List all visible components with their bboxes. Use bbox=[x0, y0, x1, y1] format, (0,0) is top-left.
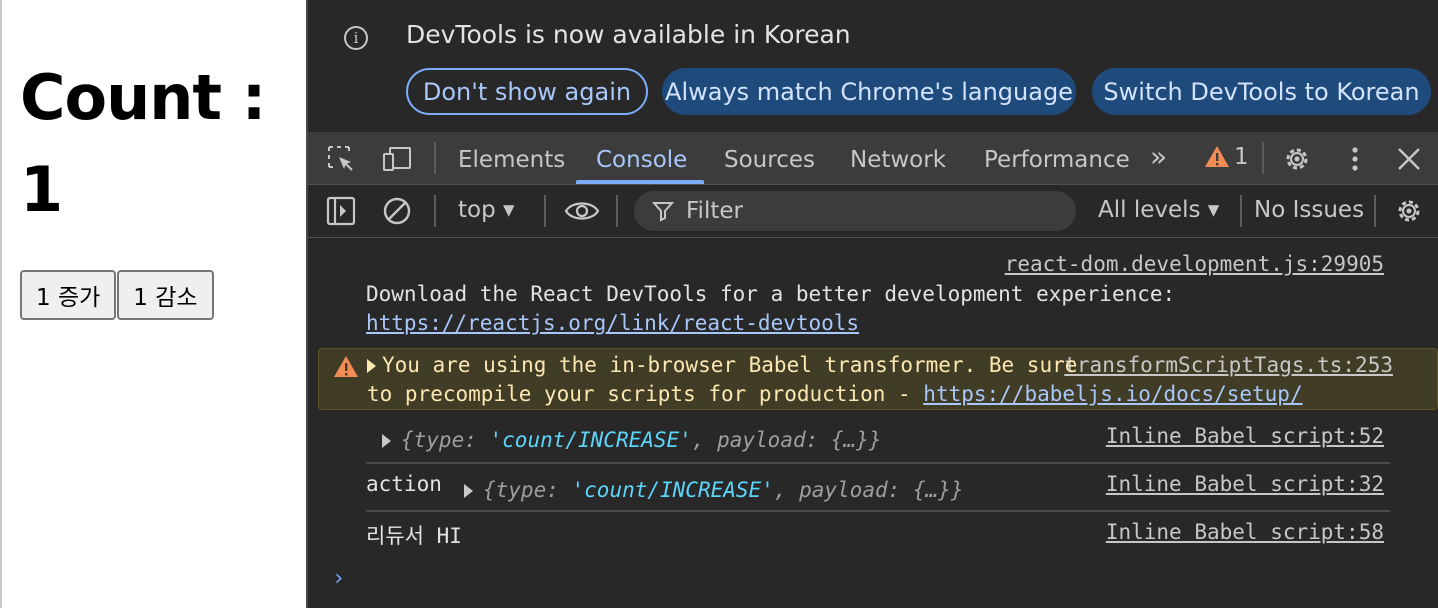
console-filter-input[interactable]: Filter bbox=[634, 191, 1076, 231]
console-toolbar: top ▾ Filter All levels ▾ No Issues bbox=[308, 185, 1438, 238]
babel-setup-link[interactable]: https://babeljs.io/docs/setup/ bbox=[923, 382, 1302, 406]
tab-performance[interactable]: Performance bbox=[984, 132, 1130, 184]
expand-caret-icon[interactable] bbox=[367, 359, 376, 373]
react-devtools-link[interactable]: https://reactjs.org/link/react-devtools bbox=[366, 311, 859, 335]
console-warning: transformScriptTags.ts:253 You are using… bbox=[318, 348, 1438, 410]
object-preview[interactable]: {type: 'count/INCREASE', payload: {…}} bbox=[382, 428, 881, 452]
infobar-message: DevTools is now available in Korean bbox=[406, 20, 851, 49]
tab-elements[interactable]: Elements bbox=[458, 132, 565, 184]
counter-buttons: 1 증가 1 감소 bbox=[20, 270, 214, 320]
log-levels-dropdown[interactable]: All levels ▾ bbox=[1098, 197, 1219, 223]
separator bbox=[434, 142, 436, 174]
console-settings-gear-icon[interactable] bbox=[1394, 196, 1424, 226]
tab-sources[interactable]: Sources bbox=[724, 132, 815, 184]
settings-gear-icon[interactable] bbox=[1282, 144, 1312, 174]
count-heading: Count : 1 bbox=[20, 61, 266, 226]
sidebar-toggle-icon[interactable] bbox=[326, 196, 356, 226]
issues-button[interactable]: No Issues bbox=[1254, 197, 1364, 223]
object-preview[interactable]: {type: 'count/INCREASE', payload: {…}} bbox=[464, 478, 963, 502]
source-link[interactable]: react-dom.development.js:29905 bbox=[1005, 252, 1384, 276]
active-tab-indicator bbox=[576, 180, 704, 184]
tab-network[interactable]: Network bbox=[850, 132, 946, 184]
source-link[interactable]: transformScriptTags.ts:253 bbox=[1064, 353, 1393, 377]
context-selector[interactable]: top ▾ bbox=[458, 197, 515, 223]
info-icon: i bbox=[344, 26, 368, 50]
dont-show-again-button[interactable]: Don't show again bbox=[406, 68, 648, 115]
console-prompt-icon[interactable]: › bbox=[332, 566, 345, 591]
warning-text: You are using the in-browser Babel trans… bbox=[367, 353, 1077, 377]
expand-caret-icon[interactable] bbox=[464, 484, 473, 498]
switch-to-korean-button[interactable]: Switch DevTools to Korean bbox=[1092, 68, 1431, 115]
source-link[interactable]: Inline Babel script:58 bbox=[1106, 520, 1384, 544]
source-link[interactable]: Inline Babel script:52 bbox=[1106, 424, 1384, 448]
warning-icon bbox=[334, 356, 358, 377]
separator bbox=[544, 195, 546, 227]
expand-caret-icon[interactable] bbox=[382, 434, 391, 448]
message-divider bbox=[366, 510, 1390, 512]
separator bbox=[1240, 195, 1242, 227]
filter-placeholder: Filter bbox=[686, 198, 743, 224]
separator bbox=[1262, 142, 1264, 174]
decrease-button[interactable]: 1 감소 bbox=[117, 270, 214, 320]
always-match-language-button[interactable]: Always match Chrome's language bbox=[662, 68, 1076, 115]
inspect-element-icon[interactable] bbox=[326, 144, 356, 174]
separator bbox=[1374, 195, 1376, 227]
separator bbox=[434, 195, 436, 227]
message-text: Download the React DevTools for a better… bbox=[366, 282, 1176, 306]
live-expression-eye-icon[interactable] bbox=[564, 196, 600, 226]
console-output: react-dom.development.js:29905 Download … bbox=[308, 238, 1438, 608]
tab-console[interactable]: Console bbox=[596, 132, 687, 184]
filter-icon bbox=[652, 202, 674, 222]
warnings-count: 1 bbox=[1234, 144, 1249, 170]
more-options-icon[interactable] bbox=[1340, 144, 1370, 174]
message-label: action bbox=[366, 472, 442, 496]
increase-button[interactable]: 1 증가 bbox=[20, 270, 117, 320]
warning-icon bbox=[1205, 146, 1229, 167]
close-icon[interactable] bbox=[1394, 144, 1424, 174]
source-link[interactable]: Inline Babel script:32 bbox=[1106, 472, 1384, 496]
web-page: Count : 1 1 증가 1 감소 bbox=[0, 0, 305, 608]
message-text: 리듀서 HI bbox=[366, 524, 462, 548]
separator bbox=[616, 195, 618, 227]
devtools-tabbar: Elements Console Sources Network Perform… bbox=[308, 132, 1438, 185]
devtools-panel: i DevTools is now available in Korean Do… bbox=[306, 0, 1438, 608]
warning-text-line2: to precompile your scripts for productio… bbox=[367, 382, 1303, 406]
language-infobar: i DevTools is now available in Korean Do… bbox=[308, 0, 1438, 130]
more-tabs-button[interactable]: » bbox=[1150, 132, 1167, 184]
warnings-badge[interactable]: 1 bbox=[1204, 144, 1249, 170]
message-divider bbox=[366, 462, 1390, 464]
clear-console-icon[interactable] bbox=[382, 196, 412, 226]
device-toolbar-icon[interactable] bbox=[382, 144, 412, 174]
